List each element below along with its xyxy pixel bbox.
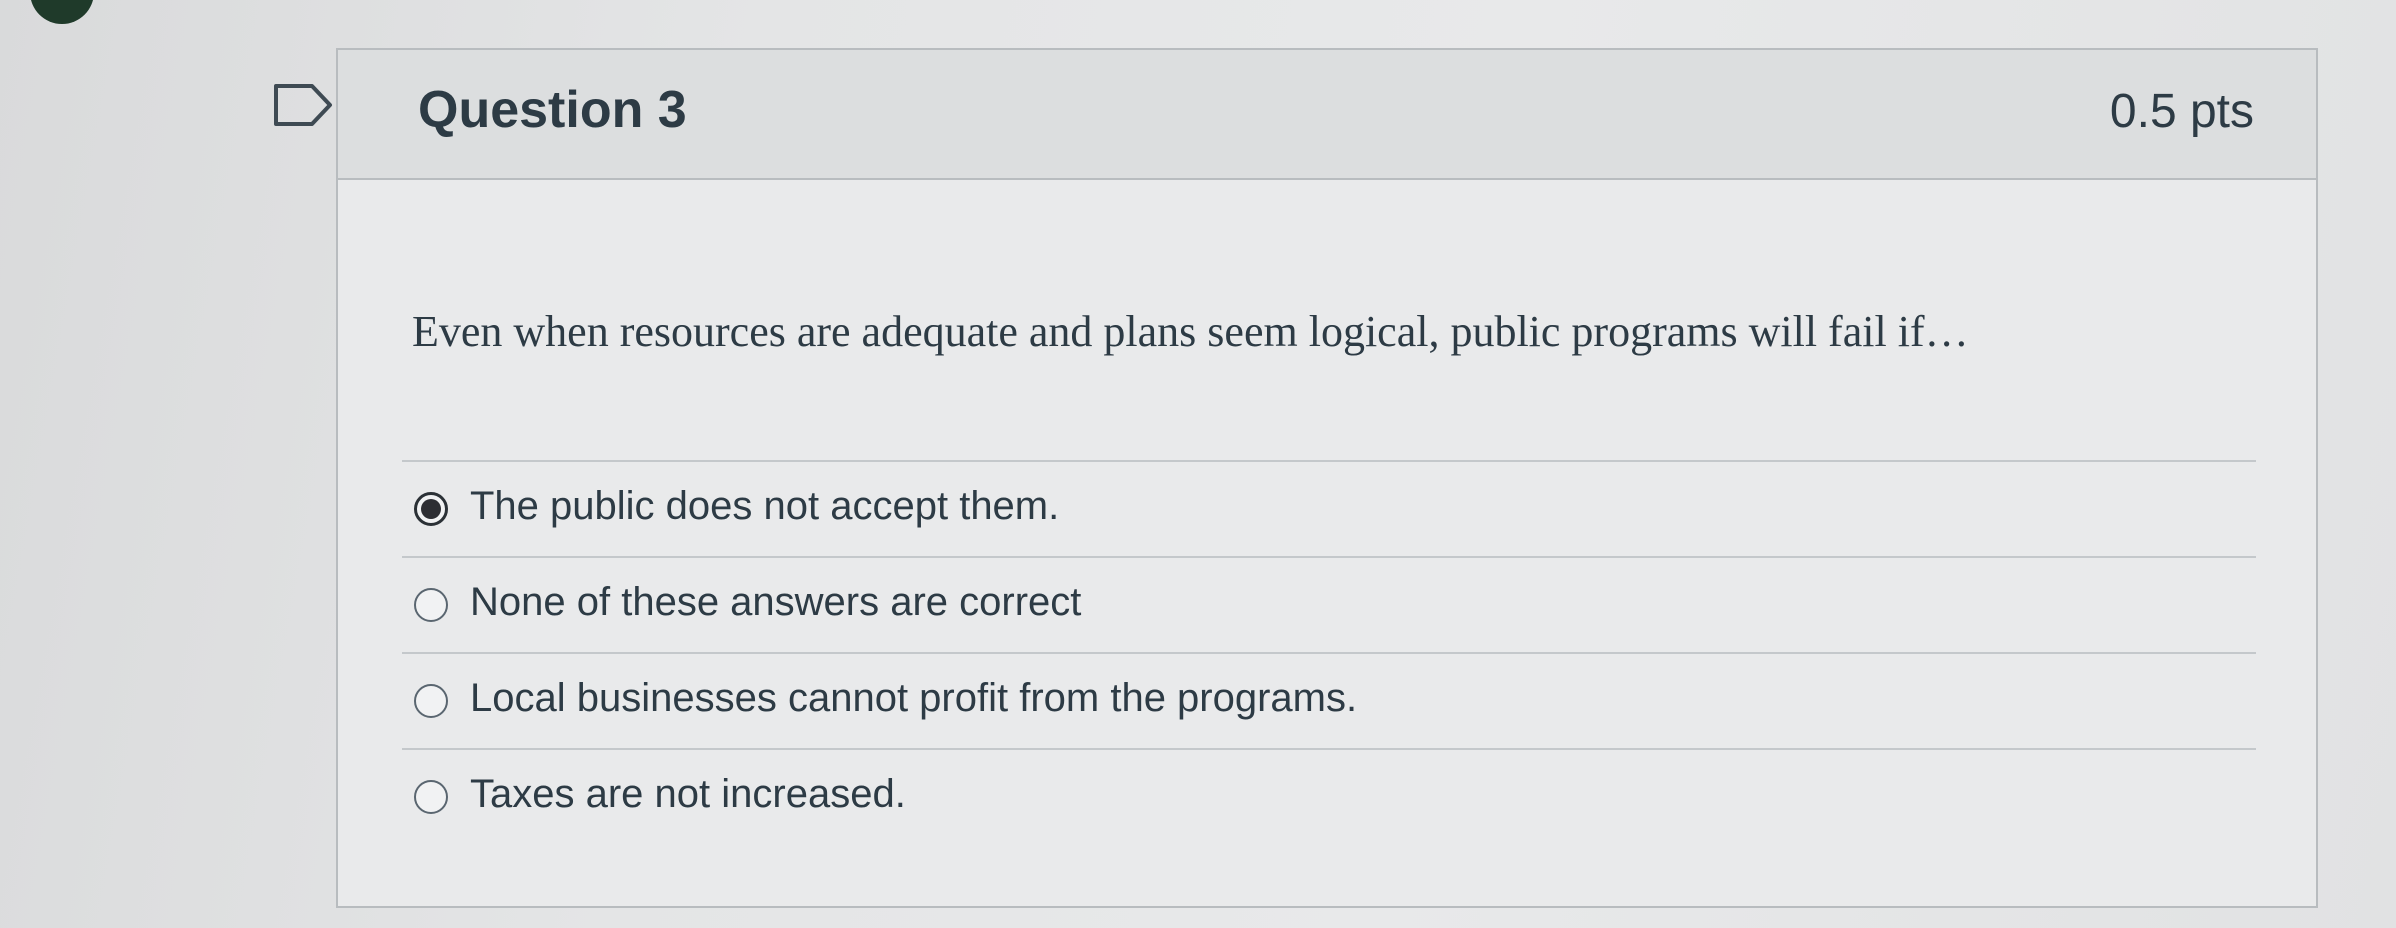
question-title: Question 3 bbox=[418, 81, 687, 139]
question-text: Even when resources are adequate and pla… bbox=[412, 307, 1969, 356]
answer-option[interactable]: Local businesses cannot profit from the … bbox=[402, 652, 2256, 748]
answer-option[interactable]: None of these answers are correct bbox=[402, 556, 2256, 652]
question-header: Question 3 0.5 pts bbox=[338, 50, 2316, 180]
answer-label[interactable]: None of these answers are correct bbox=[470, 580, 1081, 625]
answer-label[interactable]: Taxes are not increased. bbox=[470, 772, 906, 817]
answer-label[interactable]: The public does not accept them. bbox=[470, 484, 1059, 529]
answer-list: The public does not accept them. None of… bbox=[402, 460, 2256, 844]
answer-option[interactable]: The public does not accept them. bbox=[402, 460, 2256, 556]
corner-badge-icon bbox=[30, 0, 94, 24]
radio-unselected-icon[interactable] bbox=[414, 684, 448, 718]
radio-unselected-icon[interactable] bbox=[414, 588, 448, 622]
question-card: Question 3 0.5 pts Even when resources a… bbox=[336, 48, 2318, 908]
question-points: 0.5 pts bbox=[2109, 85, 2254, 138]
flag-question-icon[interactable] bbox=[272, 82, 334, 128]
radio-selected-icon[interactable] bbox=[414, 492, 448, 526]
answer-option[interactable]: Taxes are not increased. bbox=[402, 748, 2256, 844]
radio-unselected-icon[interactable] bbox=[414, 780, 448, 814]
answer-label[interactable]: Local businesses cannot profit from the … bbox=[470, 676, 1357, 721]
